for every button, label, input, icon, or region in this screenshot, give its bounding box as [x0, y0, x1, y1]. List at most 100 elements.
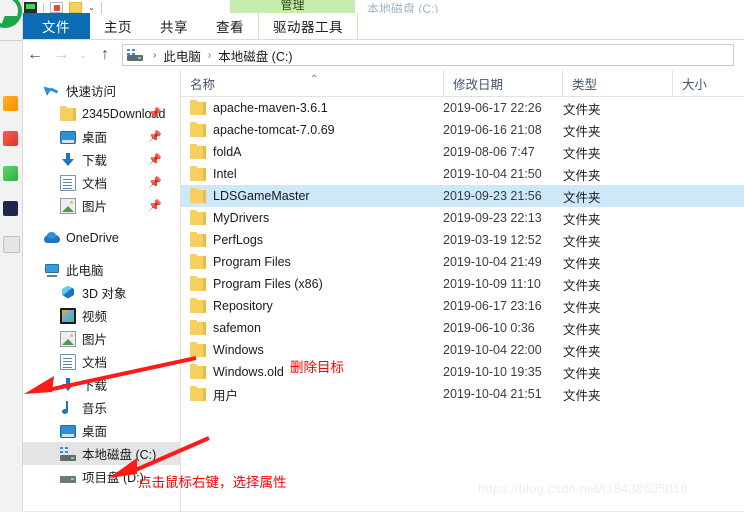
- ribbon-tab-view[interactable]: 查看: [202, 13, 258, 39]
- file-type-cell: 文件夹: [563, 190, 601, 205]
- table-row[interactable]: Program Files (x86) 2019-10-09 11:10 文件夹: [181, 273, 744, 295]
- pin-icon[interactable]: 📌: [148, 153, 162, 166]
- breadcrumb-item-this-pc[interactable]: 此电脑: [163, 46, 201, 65]
- up-arrow-icon[interactable]: ↑: [92, 42, 118, 68]
- qat-this-pc-icon[interactable]: [24, 2, 37, 13]
- back-arrow-icon[interactable]: ←: [22, 42, 48, 68]
- quick-access-toolbar: ⌄: [22, 0, 102, 13]
- file-type-cell: 文件夹: [563, 300, 601, 315]
- table-row[interactable]: 用户 2019-10-04 21:51 文件夹: [181, 383, 744, 405]
- file-date-cell: 2019-10-04 21:49: [443, 255, 542, 269]
- sidebar-item-this-pc[interactable]: 此电脑: [22, 258, 180, 281]
- address-bar: ← → ⌄ ↑ › 此电脑 › 本地磁盘 (C:): [22, 40, 744, 70]
- pin-icon[interactable]: 📌: [148, 199, 162, 212]
- sidebar-item-documents-qa[interactable]: 文档 📌: [22, 171, 180, 194]
- contextual-tab-manage[interactable]: 管理: [230, 0, 355, 13]
- sidebar-item-documents[interactable]: 文档: [22, 350, 180, 373]
- nav-group-quick-access[interactable]: 快速访问: [22, 79, 180, 102]
- ribbon-tab-home[interactable]: 主页: [90, 13, 146, 39]
- table-row[interactable]: foldA 2019-08-06 7:47 文件夹: [181, 141, 744, 163]
- column-header-type[interactable]: 类型: [562, 70, 672, 96]
- table-row[interactable]: Program Files 2019-10-04 21:49 文件夹: [181, 251, 744, 273]
- file-type-cell: 文件夹: [563, 124, 601, 139]
- file-date-cell: 2019-06-16 21:08: [443, 123, 542, 137]
- file-size-cell: [672, 207, 744, 229]
- ribbon-tab-share[interactable]: 共享: [146, 13, 202, 39]
- file-date-cell: 2019-03-19 12:52: [443, 233, 542, 247]
- browser-extension-icon-4[interactable]: [3, 201, 18, 216]
- annotation-right-click-hint: 点击鼠标右键，选择属性: [138, 475, 287, 490]
- folder-icon: [190, 99, 206, 115]
- sidebar-item-music[interactable]: 音乐: [22, 396, 180, 419]
- sidebar-item-local-disk-c[interactable]: 本地磁盘 (C:): [22, 442, 180, 465]
- watermark: https://blog.csdn.net/t18438605018: [478, 481, 688, 496]
- pin-icon[interactable]: 📌: [148, 107, 162, 120]
- nav-label: 此电脑: [66, 264, 104, 278]
- table-row[interactable]: apache-tomcat-7.0.69 2019-06-16 21:08 文件夹: [181, 119, 744, 141]
- file-name-label: MyDrivers: [213, 211, 270, 225]
- file-name-cell: safemon: [181, 317, 443, 339]
- file-name-cell: Intel: [181, 163, 443, 185]
- ribbon-tab-file[interactable]: 文件: [22, 13, 90, 39]
- file-name-label: Program Files: [213, 255, 291, 269]
- table-row[interactable]: PerfLogs 2019-03-19 12:52 文件夹: [181, 229, 744, 251]
- browser-extension-icon-2[interactable]: [3, 131, 18, 146]
- file-type-cell: 文件夹: [563, 322, 601, 337]
- file-type-cell: 文件夹: [563, 278, 601, 293]
- browser-extension-icon-5[interactable]: [3, 236, 20, 253]
- browser-extension-icon-1[interactable]: [3, 96, 18, 111]
- chevron-down-icon[interactable]: ⌄: [88, 2, 95, 13]
- qat-new-folder-icon[interactable]: [69, 2, 82, 13]
- file-size-cell: [672, 185, 744, 207]
- table-row[interactable]: safemon 2019-06-10 0:36 文件夹: [181, 317, 744, 339]
- table-row[interactable]: Repository 2019-06-17 23:16 文件夹: [181, 295, 744, 317]
- table-row[interactable]: Windows.old 2019-10-10 19:35 文件夹: [181, 361, 744, 383]
- nav-label: 项目盘 (D:): [82, 471, 144, 485]
- table-row[interactable]: Windows 2019-10-04 22:00 文件夹: [181, 339, 744, 361]
- nav-label: 快速访问: [66, 85, 117, 99]
- column-header-size[interactable]: 大小: [672, 70, 744, 96]
- browser-extension-icon-3[interactable]: [3, 166, 18, 181]
- qat-properties-icon[interactable]: [50, 2, 63, 13]
- sidebar-item-downloads[interactable]: 下载: [22, 373, 180, 396]
- sidebar-item-downloads-qa[interactable]: 下载 📌: [22, 148, 180, 171]
- breadcrumb-item-local-disk-c[interactable]: 本地磁盘 (C:): [218, 46, 292, 65]
- divider: [43, 3, 44, 13]
- file-list-pane: 名称 ⌃ 修改日期 类型 大小 apache-maven-3.6.1 2019-0…: [181, 70, 744, 512]
- file-name-label: Intel: [213, 167, 237, 181]
- table-row[interactable]: apache-maven-3.6.1 2019-06-17 22:26 文件夹: [181, 97, 744, 119]
- sidebar-item-desktop-qa[interactable]: 桌面 📌: [22, 125, 180, 148]
- chevron-down-icon[interactable]: ⌄: [74, 42, 92, 68]
- star-pin-icon: [44, 83, 60, 99]
- ribbon-tab-drive-tools[interactable]: 驱动器工具: [258, 13, 358, 39]
- nav-label: 下载: [82, 154, 108, 168]
- breadcrumb-address-box[interactable]: › 此电脑 › 本地磁盘 (C:): [122, 44, 734, 66]
- folder-icon: [190, 385, 206, 401]
- sort-ascending-caret-icon: ⌃: [310, 74, 319, 85]
- pin-icon[interactable]: 📌: [148, 176, 162, 189]
- sidebar-item-pictures[interactable]: 图片: [22, 327, 180, 350]
- file-name-label: apache-maven-3.6.1: [213, 101, 328, 115]
- sidebar-item-videos[interactable]: 视频: [22, 304, 180, 327]
- sidebar-item-3d-objects[interactable]: 3D 对象: [22, 281, 180, 304]
- column-header-label: 类型: [572, 77, 598, 92]
- folder-icon: [190, 363, 206, 379]
- desktop-icon: [60, 131, 76, 144]
- file-date-cell: 2019-10-09 11:10: [443, 277, 541, 291]
- column-header-date-modified[interactable]: 修改日期: [443, 70, 562, 96]
- sidebar-item-onedrive[interactable]: OneDrive: [22, 226, 180, 249]
- file-name-cell: apache-maven-3.6.1: [181, 97, 443, 119]
- forward-arrow-icon[interactable]: →: [48, 42, 74, 68]
- table-row[interactable]: MyDrivers 2019-09-23 22:13 文件夹: [181, 207, 744, 229]
- column-header-name[interactable]: 名称 ⌃: [181, 70, 443, 96]
- file-name-cell: PerfLogs: [181, 229, 443, 251]
- this-pc-icon: [44, 262, 60, 278]
- pin-icon[interactable]: 📌: [148, 130, 162, 143]
- table-row[interactable]: LDSGameMaster 2019-09-23 21:56 文件夹: [181, 185, 744, 207]
- sidebar-item-pictures-qa[interactable]: 图片 📌: [22, 194, 180, 217]
- sidebar-item-2345download[interactable]: 2345Download 📌: [22, 102, 180, 125]
- nav-label: 桌面: [82, 425, 108, 439]
- sidebar-item-desktop[interactable]: 桌面: [22, 419, 180, 442]
- file-date-cell: 2019-10-04 21:51: [443, 387, 542, 401]
- table-row[interactable]: Intel 2019-10-04 21:50 文件夹: [181, 163, 744, 185]
